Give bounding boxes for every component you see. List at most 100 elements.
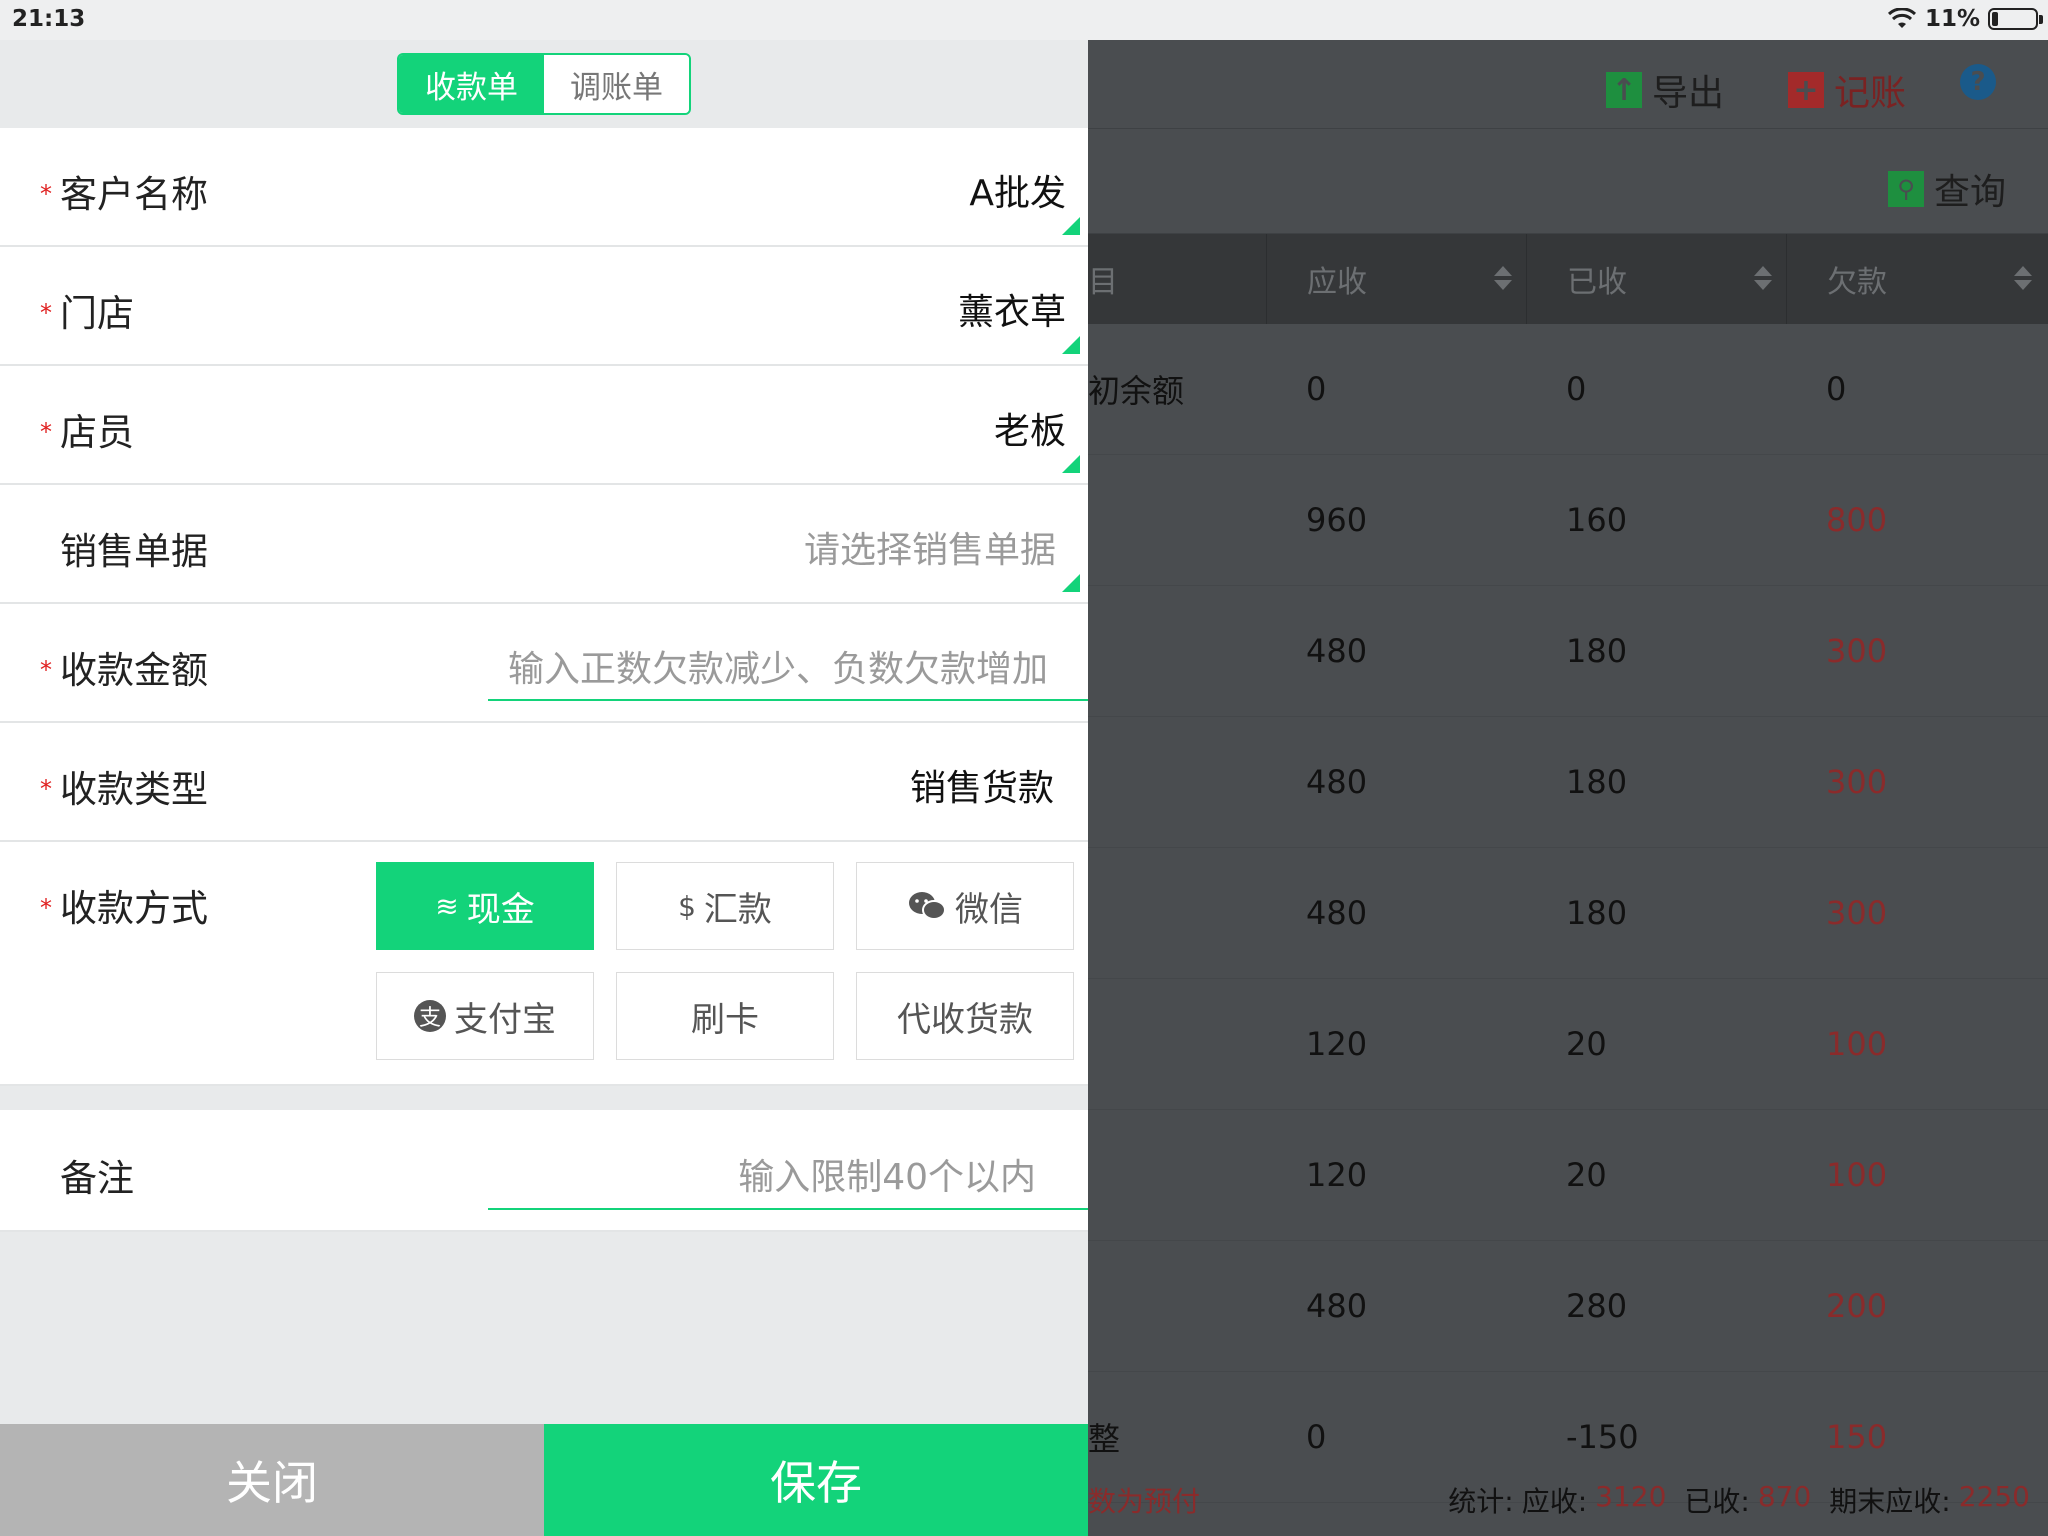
- stats-end-value: 2250: [1958, 1480, 2030, 1513]
- amount-row: * 收款金额 输入正数欠款减少、负数欠款增加: [0, 604, 1088, 723]
- amount-input[interactable]: 输入正数欠款减少、负数欠款增加: [508, 640, 1048, 692]
- method-cash-label: 现金: [466, 889, 535, 930]
- stats-receivable-value: 3120: [1595, 1480, 1667, 1513]
- tab-adjustment[interactable]: 调账单: [544, 55, 689, 113]
- help-button[interactable]: ?: [1960, 64, 1996, 100]
- table-row[interactable]: 480 280 200: [1088, 1241, 2048, 1372]
- method-alipay-label: 支付宝: [454, 999, 556, 1040]
- row-receivable: 480: [1306, 763, 1368, 801]
- dropdown-corner-icon: [1062, 336, 1080, 354]
- sales-doc-placeholder: 请选择销售单据: [803, 530, 1056, 571]
- sales-doc-row[interactable]: 销售单据 请选择销售单据: [0, 485, 1088, 604]
- dropdown-corner-icon: [1062, 217, 1080, 235]
- stats-prefix: 统计:: [1448, 1485, 1514, 1518]
- receipt-panel: 收款单 调账单 * 客户名称 A批发 * 门店 薰衣草 * 店员 老板 销售单据…: [0, 40, 1088, 1536]
- store-row[interactable]: * 门店 薰衣草: [0, 247, 1088, 366]
- required-mark: *: [40, 418, 52, 446]
- wifi-icon: [1887, 8, 1916, 28]
- stats-received-label: 已收:: [1684, 1485, 1750, 1518]
- export-button[interactable]: ↑ 导出: [1606, 64, 1724, 116]
- bottom-bar: 关闭 保存: [0, 1424, 1088, 1536]
- row-received: 160: [1566, 501, 1628, 539]
- row-received: 180: [1566, 763, 1628, 801]
- method-remit-button[interactable]: $ 汇款: [616, 862, 834, 950]
- remark-input[interactable]: 输入限制40个以内: [738, 1148, 1036, 1200]
- row-receivable: 480: [1306, 1287, 1368, 1325]
- tab-receipt[interactable]: 收款单: [399, 55, 544, 113]
- row-debt: 100: [1826, 1025, 1888, 1063]
- required-mark: *: [40, 299, 52, 327]
- method-wechat-button[interactable]: 微信: [856, 862, 1074, 950]
- method-row: * 收款方式 ≋ 现金 $ 汇款 微信 支 支付宝 刷卡 代收货款: [0, 842, 1088, 1086]
- stats-receivable-label: 应收:: [1521, 1485, 1588, 1518]
- method-card-button[interactable]: 刷卡: [616, 972, 834, 1060]
- row-received: 20: [1566, 1156, 1607, 1194]
- doc-type-segment: 收款单 调账单: [397, 53, 691, 115]
- status-time: 21:13: [12, 6, 86, 32]
- method-cash-button[interactable]: ≋ 现金: [376, 862, 594, 950]
- type-row[interactable]: * 收款类型 销售货款: [0, 723, 1088, 842]
- row-receivable: 0: [1306, 370, 1327, 408]
- export-icon: ↑: [1606, 72, 1642, 108]
- table-row[interactable]: 480 180 300: [1088, 586, 2048, 717]
- table-body: 初余额 0 0 0 960 160 800 480 180 300 480 180 300 480 180 3…: [1088, 324, 2048, 1503]
- row-receivable: 120: [1306, 1156, 1368, 1194]
- row-received: 180: [1566, 894, 1628, 932]
- table-row[interactable]: 480 180 300: [1088, 848, 2048, 979]
- method-remit-label: 汇款: [703, 889, 772, 930]
- bg-toolbar: ↑ 导出 + 记账 ?: [1088, 40, 2048, 129]
- table-row[interactable]: 初余额 0 0 0: [1088, 324, 2048, 455]
- table-row[interactable]: 120 20 100: [1088, 979, 2048, 1110]
- method-card-label: 刷卡: [691, 999, 759, 1040]
- bookkeeping-button[interactable]: + 记账: [1788, 64, 1906, 116]
- row-item: 初余额: [1088, 372, 1185, 410]
- bg-footer: 数为预付 统计: 应收: 3120 已收: 870 期末应收: 2250: [1088, 1466, 2048, 1536]
- store-value: 薰衣草: [957, 292, 1066, 333]
- row-debt: 300: [1826, 632, 1888, 670]
- method-alipay-button[interactable]: 支 支付宝: [376, 972, 594, 1060]
- footer-note: 数为预付: [1088, 1485, 1201, 1518]
- coins-icon: ≋: [435, 889, 459, 923]
- method-cod-label: 代收货款: [897, 999, 1033, 1040]
- remittance-icon: $: [678, 889, 696, 923]
- search-icon: ⚲: [1888, 171, 1924, 207]
- close-button[interactable]: 关闭: [0, 1424, 544, 1536]
- col-received-label: 已收: [1567, 265, 1627, 300]
- customer-value: A批发: [969, 173, 1066, 214]
- required-mark: *: [40, 894, 52, 922]
- required-mark: *: [40, 775, 52, 803]
- amount-label: 收款金额: [60, 649, 208, 692]
- col-received[interactable]: 已收: [1526, 234, 1786, 324]
- col-receivable[interactable]: 应收: [1266, 234, 1526, 324]
- remark-label: 备注: [60, 1157, 134, 1200]
- type-label: 收款类型: [60, 768, 208, 811]
- customer-row[interactable]: * 客户名称 A批发: [0, 128, 1088, 247]
- col-debt[interactable]: 欠款: [1786, 234, 2046, 324]
- remark-underline: [488, 1208, 1088, 1210]
- col-receivable-label: 应收: [1307, 265, 1367, 300]
- row-received: -150: [1566, 1418, 1639, 1456]
- sales-doc-label: 销售单据: [60, 530, 208, 573]
- alipay-icon: 支: [414, 1000, 446, 1032]
- plus-icon: +: [1788, 72, 1824, 108]
- row-debt: 300: [1826, 894, 1888, 932]
- row-received: 20: [1566, 1025, 1607, 1063]
- help-icon: ?: [1960, 64, 1996, 100]
- row-debt: 100: [1826, 1156, 1888, 1194]
- clerk-value: 老板: [993, 411, 1066, 452]
- footer-stats: 统计: 应收: 3120 已收: 870 期末应收: 2250: [1448, 1480, 2030, 1520]
- status-right: 11%: [1887, 6, 2043, 32]
- clerk-row[interactable]: * 店员 老板: [0, 366, 1088, 485]
- table-row[interactable]: 960 160 800: [1088, 455, 2048, 586]
- table-row[interactable]: 120 20 100: [1088, 1110, 2048, 1241]
- query-label: 查询: [1934, 172, 2007, 213]
- save-button[interactable]: 保存: [544, 1424, 1088, 1536]
- wechat-icon: [909, 892, 946, 920]
- query-button[interactable]: ⚲ 查询: [1888, 163, 2006, 215]
- method-wechat-label: 微信: [955, 889, 1023, 930]
- col-item: 目: [1088, 265, 1118, 300]
- row-debt: 800: [1826, 501, 1888, 539]
- table-header: 目 应收 已收 欠款: [1088, 234, 2048, 324]
- method-cod-button[interactable]: 代收货款: [856, 972, 1074, 1060]
- table-row[interactable]: 480 180 300: [1088, 717, 2048, 848]
